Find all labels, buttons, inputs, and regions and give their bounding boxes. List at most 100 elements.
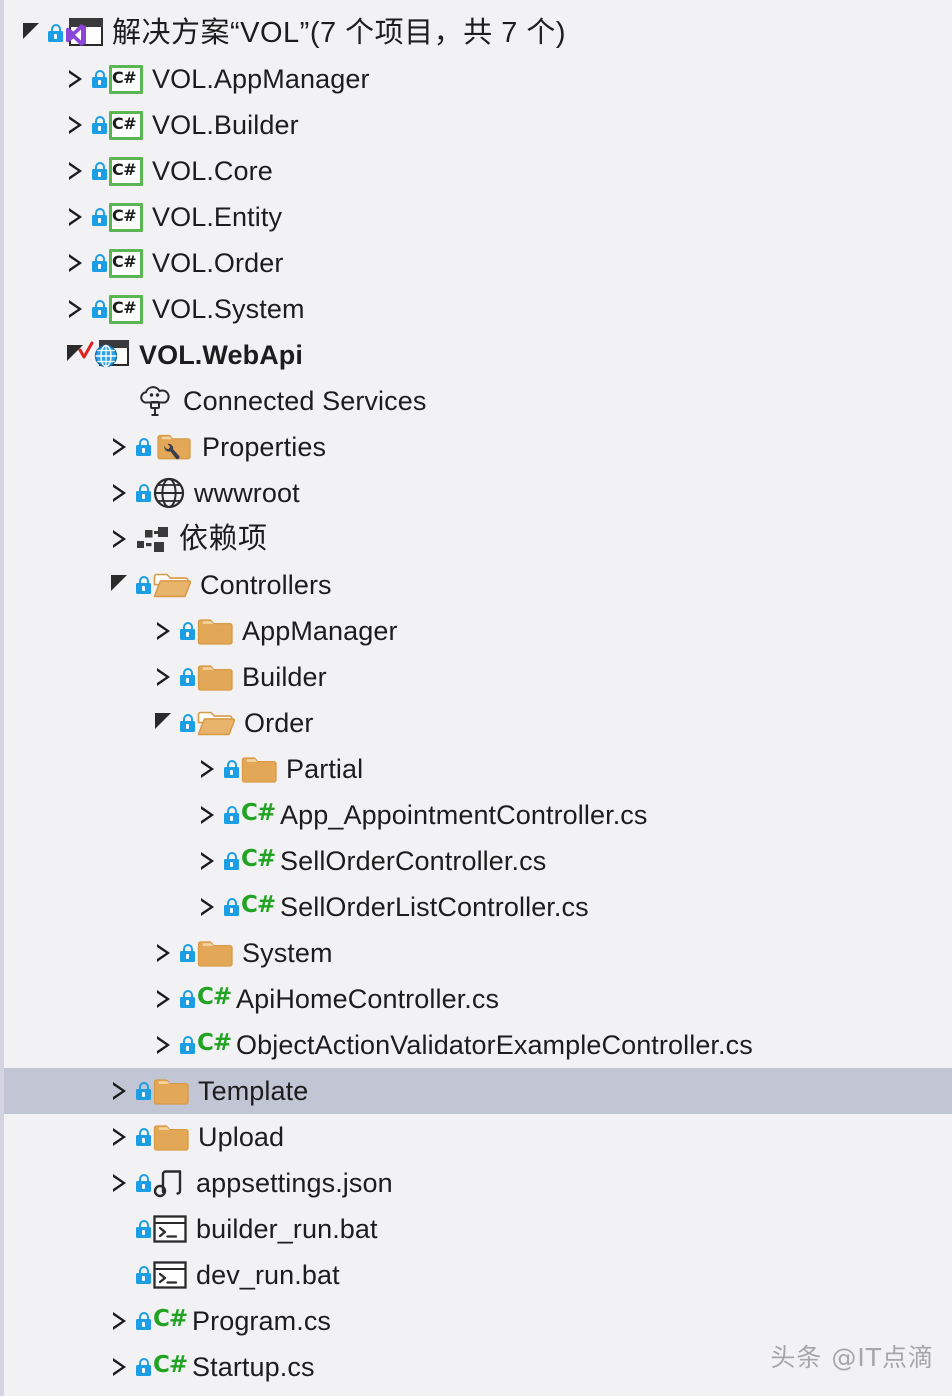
- tree-item[interactable]: AppManager: [4, 608, 952, 654]
- tree-item-label: 依赖项: [179, 523, 268, 555]
- expander-collapsed[interactable]: [58, 102, 92, 148]
- tree-item[interactable]: 依赖项: [4, 516, 952, 562]
- tree-item[interactable]: Partial: [4, 746, 952, 792]
- tree-item[interactable]: Upload: [4, 1114, 952, 1160]
- tree-item[interactable]: System: [4, 930, 952, 976]
- globe-icon: [153, 476, 185, 510]
- expander-collapsed[interactable]: [58, 286, 92, 332]
- solution-explorer-tree: 解决方案“VOL”(7 个项目，共 7 个) C# VOL.AppManager C#…: [0, 0, 952, 1396]
- tree-item-label: 解决方案“VOL”(7 个项目，共 7 个): [112, 17, 567, 49]
- expander-expanded[interactable]: [146, 700, 180, 746]
- expander-expanded[interactable]: [102, 562, 136, 608]
- folder-closed-icon: [241, 752, 277, 786]
- tree-item-label: builder_run.bat: [196, 1214, 378, 1244]
- tree-item[interactable]: C# App_AppointmentController.cs: [4, 792, 952, 838]
- expander-collapsed[interactable]: [58, 194, 92, 240]
- tree-item-label: Connected Services: [183, 386, 427, 416]
- expander-collapsed[interactable]: [190, 838, 224, 884]
- lock-icon: [136, 484, 151, 502]
- tree-item[interactable]: dev_run.bat: [4, 1252, 952, 1298]
- expander-collapsed[interactable]: [146, 1022, 180, 1068]
- tree-item[interactable]: appsettings.json: [4, 1160, 952, 1206]
- tree-item[interactable]: Order: [4, 700, 952, 746]
- tree-item-label: AppManager: [242, 616, 398, 646]
- expander-placeholder: [102, 1252, 136, 1298]
- tree-item[interactable]: VOL.WebApi: [4, 332, 952, 378]
- expander-collapsed[interactable]: [190, 746, 224, 792]
- expander-collapsed[interactable]: [102, 516, 136, 562]
- tree-item[interactable]: C# SellOrderListController.cs: [4, 884, 952, 930]
- tree-item[interactable]: Controllers: [4, 562, 952, 608]
- expander-collapsed[interactable]: [58, 148, 92, 194]
- expander-expanded[interactable]: [14, 10, 48, 56]
- csharp-file-icon: C#: [153, 1306, 188, 1332]
- expander-collapsed[interactable]: [146, 976, 180, 1022]
- lock-icon: [224, 806, 239, 824]
- lock-icon: [224, 852, 239, 870]
- tree-item-label: VOL.System: [152, 294, 305, 324]
- tree-item[interactable]: 解决方案“VOL”(7 个项目，共 7 个): [4, 10, 952, 56]
- csharp-project-icon: C#: [109, 62, 143, 96]
- tree-item[interactable]: wwwroot: [4, 470, 952, 516]
- tree-item[interactable]: C# ObjectActionValidatorExampleController…: [4, 1022, 952, 1068]
- tree-item[interactable]: C# VOL.Core: [4, 148, 952, 194]
- csharp-project-icon: C#: [109, 108, 143, 142]
- tree-item-label: ObjectActionValidatorExampleController.c…: [236, 1030, 753, 1060]
- csharp-project-icon: C#: [109, 246, 143, 280]
- json-file-icon: [153, 1166, 187, 1200]
- tree-item-label: Controllers: [200, 570, 332, 600]
- tree-item[interactable]: Template: [4, 1068, 952, 1114]
- tree-item[interactable]: C# SellOrderController.cs: [4, 838, 952, 884]
- tree-item-label: appsettings.json: [196, 1168, 393, 1198]
- lock-icon: [92, 254, 107, 272]
- expander-collapsed[interactable]: [58, 56, 92, 102]
- expander-collapsed[interactable]: [102, 1114, 136, 1160]
- lock-icon: [224, 760, 239, 778]
- expander-collapsed[interactable]: [146, 654, 180, 700]
- tree-item-label: VOL.WebApi: [139, 340, 304, 370]
- lock-icon: [224, 898, 239, 916]
- watermark: 头条 @IT点滴: [770, 1343, 934, 1372]
- lock-icon: [136, 1174, 151, 1192]
- csharp-project-icon: C#: [109, 154, 143, 188]
- lock-icon: [180, 990, 195, 1008]
- lock-icon: [136, 1082, 151, 1100]
- lock-icon: [180, 622, 195, 640]
- tree-item-label: Partial: [286, 754, 364, 784]
- expander-collapsed[interactable]: [102, 1068, 136, 1114]
- expander-collapsed[interactable]: [58, 240, 92, 286]
- expander-collapsed[interactable]: [102, 1298, 136, 1344]
- expander-collapsed[interactable]: [146, 608, 180, 654]
- solution-icon: [65, 16, 103, 50]
- tree-item[interactable]: C# VOL.Order: [4, 240, 952, 286]
- tree-item[interactable]: C# VOL.Entity: [4, 194, 952, 240]
- tree-item[interactable]: Properties: [4, 424, 952, 470]
- folder-open-icon: [153, 568, 192, 602]
- tree-item[interactable]: C# ApiHomeController.cs: [4, 976, 952, 1022]
- expander-collapsed[interactable]: [190, 792, 224, 838]
- tree-item[interactable]: Connected Services: [4, 378, 952, 424]
- tree-item[interactable]: C# VOL.System: [4, 286, 952, 332]
- expander-collapsed[interactable]: [102, 1160, 136, 1206]
- expander-collapsed[interactable]: [146, 930, 180, 976]
- lock-icon: [92, 70, 107, 88]
- expander-collapsed[interactable]: [102, 424, 136, 470]
- lock-icon: [92, 300, 107, 318]
- tree-item[interactable]: C# VOL.Builder: [4, 102, 952, 148]
- expander-collapsed[interactable]: [102, 1344, 136, 1390]
- tree-item[interactable]: Builder: [4, 654, 952, 700]
- tree-item[interactable]: builder_run.bat: [4, 1206, 952, 1252]
- expander-collapsed[interactable]: [102, 470, 136, 516]
- expander-collapsed[interactable]: [190, 884, 224, 930]
- tree-item-label: SellOrderListController.cs: [280, 892, 589, 922]
- lock-icon: [92, 162, 107, 180]
- tree-item[interactable]: C# VOL.AppManager: [4, 56, 952, 102]
- dependencies-icon: [136, 522, 170, 556]
